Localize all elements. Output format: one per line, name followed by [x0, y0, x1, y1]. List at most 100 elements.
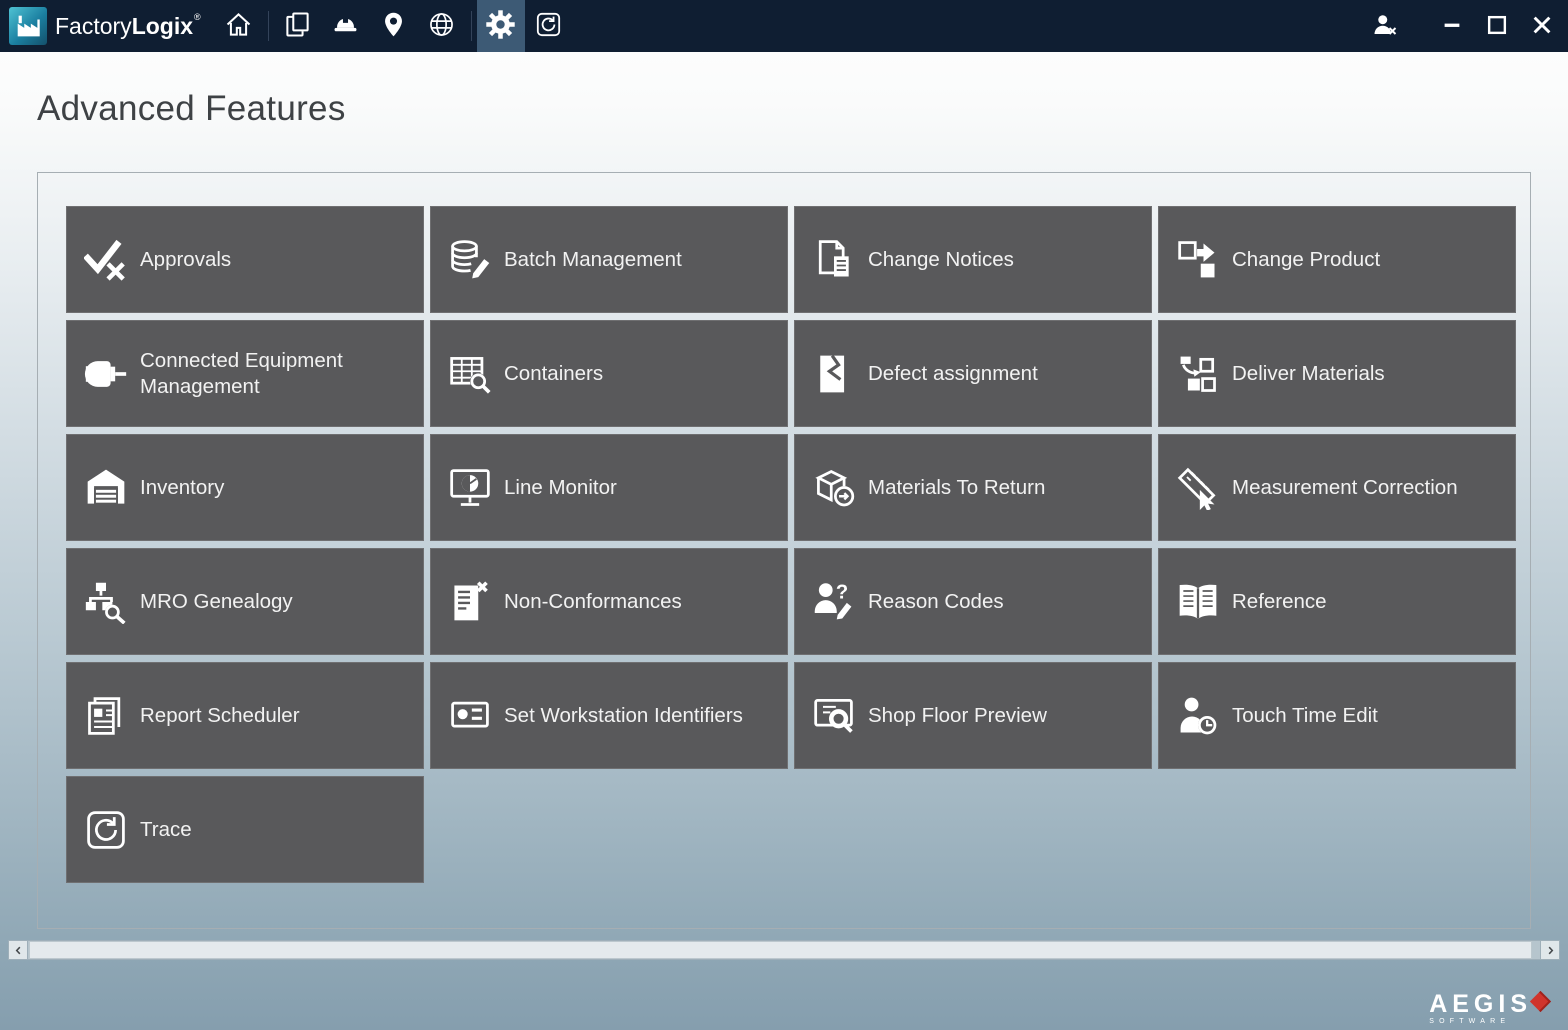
aegis-diamond-icon — [1529, 990, 1552, 1013]
tile-connected-equipment-management[interactable]: Connected Equipment Management — [66, 320, 424, 427]
report-scheduler-icon — [83, 693, 129, 739]
scroll-left-button[interactable] — [8, 940, 28, 960]
defect-assignment-icon — [811, 351, 857, 397]
tile-label: Reason Codes — [868, 589, 1004, 613]
tile-materials-to-return[interactable]: Materials To Return — [794, 434, 1152, 541]
inventory-icon — [83, 465, 129, 511]
reference-icon — [1175, 579, 1221, 625]
scroll-right-button[interactable] — [1540, 940, 1560, 960]
batch-management-icon — [447, 237, 493, 283]
containers-icon — [447, 351, 493, 397]
tile-label: Shop Floor Preview — [868, 703, 1047, 727]
line-monitor-icon — [447, 465, 493, 511]
title-bar: Factory Logix ® — [0, 0, 1568, 52]
tile-label: Trace — [140, 817, 192, 841]
tile-change-product[interactable]: Change Product — [1158, 206, 1516, 313]
location-pin-icon — [380, 11, 407, 41]
arrow-left-icon — [14, 943, 23, 958]
mro-genealogy-icon — [83, 579, 129, 625]
tile-mro-genealogy[interactable]: MRO Genealogy — [66, 548, 424, 655]
tile-label: Measurement Correction — [1232, 475, 1458, 499]
tile-defect-assignment[interactable]: Defect assignment — [794, 320, 1152, 427]
trace-icon — [535, 11, 562, 41]
aegis-software-text: SOFTWARE — [1429, 1018, 1511, 1025]
tile-label: Report Scheduler — [140, 703, 300, 727]
tile-reference[interactable]: Reference — [1158, 548, 1516, 655]
close-button[interactable] — [1519, 0, 1564, 52]
maximize-icon — [1485, 13, 1509, 40]
brand-registered-mark: ® — [194, 12, 201, 22]
tile-label: Non-Conformances — [504, 589, 682, 613]
tile-line-monitor[interactable]: Line Monitor — [430, 434, 788, 541]
trace-button[interactable] — [525, 0, 573, 52]
gear-icon — [485, 9, 516, 43]
approvals-icon — [83, 237, 129, 283]
tile-label: MRO Genealogy — [140, 589, 293, 613]
minimize-button[interactable] — [1429, 0, 1474, 52]
tile-touch-time-edit[interactable]: Touch Time Edit — [1158, 662, 1516, 769]
tiles-grid: Approvals Batch Management Change Notices C… — [66, 206, 1530, 883]
materials-to-return-icon — [811, 465, 857, 511]
logout-user-button[interactable] — [1362, 0, 1407, 52]
change-product-icon — [1175, 237, 1221, 283]
page-title: Advanced Features — [37, 89, 346, 128]
tile-non-conformances[interactable]: Non-Conformances — [430, 548, 788, 655]
titlebar-spacer — [573, 0, 1362, 52]
documents-icon — [284, 11, 311, 41]
horizontal-scrollbar[interactable] — [8, 940, 1560, 960]
web-button[interactable] — [418, 0, 466, 52]
home-button[interactable] — [215, 0, 263, 52]
tile-shop-floor-preview[interactable]: Shop Floor Preview — [794, 662, 1152, 769]
tile-label: Change Notices — [868, 247, 1014, 271]
tile-label: Materials To Return — [868, 475, 1046, 499]
tile-label: Change Product — [1232, 247, 1381, 271]
production-button[interactable] — [322, 0, 370, 52]
tile-deliver-materials[interactable]: Deliver Materials — [1158, 320, 1516, 427]
user-logout-icon — [1373, 13, 1397, 40]
tile-label: Approvals — [140, 247, 232, 271]
tile-containers[interactable]: Containers — [430, 320, 788, 427]
tile-label: Defect assignment — [868, 361, 1038, 385]
trace-icon — [83, 807, 129, 853]
tile-label: Deliver Materials — [1232, 361, 1385, 385]
tile-reason-codes[interactable]: ? Reason Codes — [794, 548, 1152, 655]
scrollbar-track[interactable] — [28, 940, 1540, 960]
app-title: Factory Logix ® — [55, 0, 201, 52]
deliver-materials-icon — [1175, 351, 1221, 397]
tile-label: Connected Equipment Management — [140, 348, 343, 398]
tile-set-workstation-identifiers[interactable]: Set Workstation Identifiers — [430, 662, 788, 769]
tile-inventory[interactable]: Inventory — [66, 434, 424, 541]
app-window: Factory Logix ® Advanced Features Approv… — [0, 0, 1568, 1030]
set-workstation-identifiers-icon — [447, 693, 493, 739]
tile-label: Batch Management — [504, 247, 682, 271]
tile-report-scheduler[interactable]: Report Scheduler — [66, 662, 424, 769]
tile-approvals[interactable]: Approvals — [66, 206, 424, 313]
tile-batch-management[interactable]: Batch Management — [430, 206, 788, 313]
brand-light: Factory — [55, 12, 132, 39]
minimize-icon — [1440, 13, 1464, 40]
tile-label: Line Monitor — [504, 475, 617, 499]
toolbar-separator — [470, 11, 472, 41]
locations-button[interactable] — [370, 0, 418, 52]
change-notices-icon — [811, 237, 857, 283]
non-conformances-icon — [447, 579, 493, 625]
arrow-right-icon — [1546, 943, 1555, 958]
settings-button[interactable] — [476, 0, 525, 52]
tile-measurement-correction[interactable]: Measurement Correction — [1158, 434, 1516, 541]
maximize-button[interactable] — [1474, 0, 1519, 52]
main-content: Advanced Features Approvals Batch Managem… — [0, 52, 1568, 1030]
factorylogix-logo-icon — [9, 7, 47, 45]
close-icon — [1530, 13, 1554, 40]
tile-label: Inventory — [140, 475, 225, 499]
aegis-brand-text: AEGIS — [1429, 990, 1532, 1018]
globe-icon — [428, 11, 455, 41]
tile-change-notices[interactable]: Change Notices — [794, 206, 1152, 313]
documents-button[interactable] — [274, 0, 322, 52]
tile-label: Set Workstation Identifiers — [504, 703, 743, 727]
scrollbar-thumb[interactable] — [29, 941, 1532, 959]
brand-bold: Logix — [131, 12, 194, 39]
tile-trace[interactable]: Trace — [66, 776, 424, 883]
measurement-correction-icon — [1175, 465, 1221, 511]
reason-codes-icon: ? — [811, 579, 857, 625]
shop-floor-preview-icon — [811, 693, 857, 739]
